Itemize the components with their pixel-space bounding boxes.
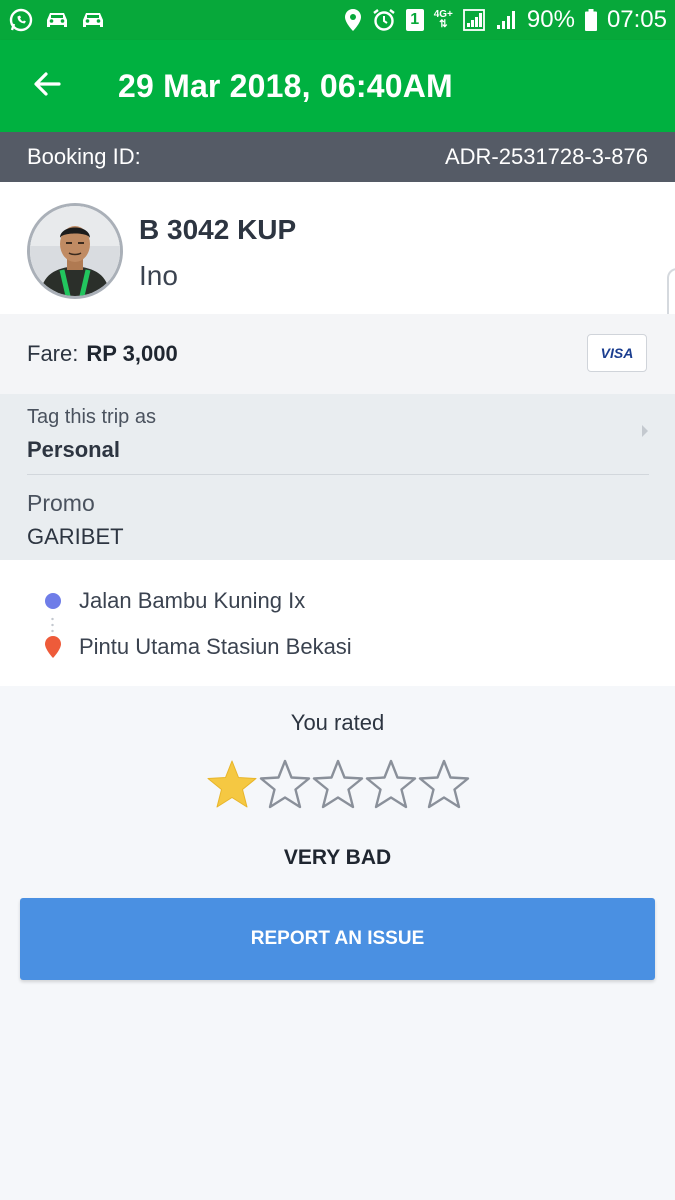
trip-details-section: Tag this trip as Personal Promo GARIBET <box>0 394 675 560</box>
route-section: Jalan Bambu Kuning Ix Pintu Utama Stasiu… <box>0 560 675 686</box>
alarm-icon <box>372 8 396 32</box>
star-empty-icon[interactable] <box>365 758 417 814</box>
star-empty-icon[interactable] <box>418 758 470 814</box>
status-bar-left <box>8 7 106 33</box>
vehicle-plate: B 3042 KUP <box>139 214 297 245</box>
car-icon <box>80 10 106 30</box>
dropoff-address: Pintu Utama Stasiun Bekasi <box>79 634 352 659</box>
status-bar: 1 4G+ ⇅ 90% 07:05 <box>0 0 675 40</box>
dropoff-pin-icon <box>44 635 62 664</box>
tag-trip-value: Personal <box>27 437 120 462</box>
car-icon <box>44 10 70 30</box>
network-type-icon: 4G+ ⇅ <box>434 10 453 30</box>
star-empty-icon[interactable] <box>259 758 311 814</box>
whatsapp-icon <box>8 7 34 33</box>
clock: 07:05 <box>606 6 667 33</box>
fare-label: Fare: <box>27 341 79 366</box>
back-button[interactable] <box>0 40 94 132</box>
signal-icon <box>495 9 517 31</box>
battery-icon <box>584 9 597 31</box>
booking-id-label: Booking ID: <box>27 144 141 169</box>
booking-id-bar: Booking ID: ADR-2531728-3-876 <box>0 132 675 182</box>
driver-name: Ino <box>139 260 178 291</box>
location-icon <box>344 8 362 32</box>
driver-card: B 3042 KUP Ino <box>0 182 675 314</box>
star-filled-icon[interactable] <box>206 758 258 814</box>
rating-verdict: VERY BAD <box>283 846 392 869</box>
signal-icon <box>462 9 485 31</box>
driver-avatar <box>27 203 123 299</box>
promo-code: GARIBET <box>27 524 124 549</box>
fare-row: Fare: RP 3,000 VISA <box>0 314 675 394</box>
booking-id-value: ADR-2531728-3-876 <box>444 144 648 169</box>
rating-label: You rated <box>290 710 385 735</box>
app-bar: 29 Mar 2018, 06:40AM <box>0 40 675 132</box>
battery-percent: 90% <box>526 6 575 33</box>
report-issue-button[interactable]: REPORT AN ISSUE <box>20 898 655 980</box>
page-title: 29 Mar 2018, 06:40AM <box>118 67 453 104</box>
chevron-right-icon <box>641 424 649 443</box>
visa-card-icon: VISA <box>587 334 647 372</box>
fare-value: RP 3,000 <box>86 341 178 366</box>
arrow-left-icon <box>33 70 61 103</box>
pickup-dot-icon <box>45 593 61 609</box>
rating-stars <box>206 758 470 814</box>
tag-trip-label: Tag this trip as <box>27 406 156 428</box>
star-empty-icon[interactable] <box>312 758 364 814</box>
data-arrows-icon: ⇅ <box>439 19 448 30</box>
promo-label: Promo <box>27 490 95 516</box>
sim-badge-icon: 1 <box>405 9 424 31</box>
status-bar-right: 1 4G+ ⇅ 90% 07:05 <box>344 6 667 34</box>
tag-trip-row[interactable]: Tag this trip as Personal <box>27 394 649 475</box>
route-connector <box>51 616 54 634</box>
pickup-address: Jalan Bambu Kuning Ix <box>79 588 306 613</box>
